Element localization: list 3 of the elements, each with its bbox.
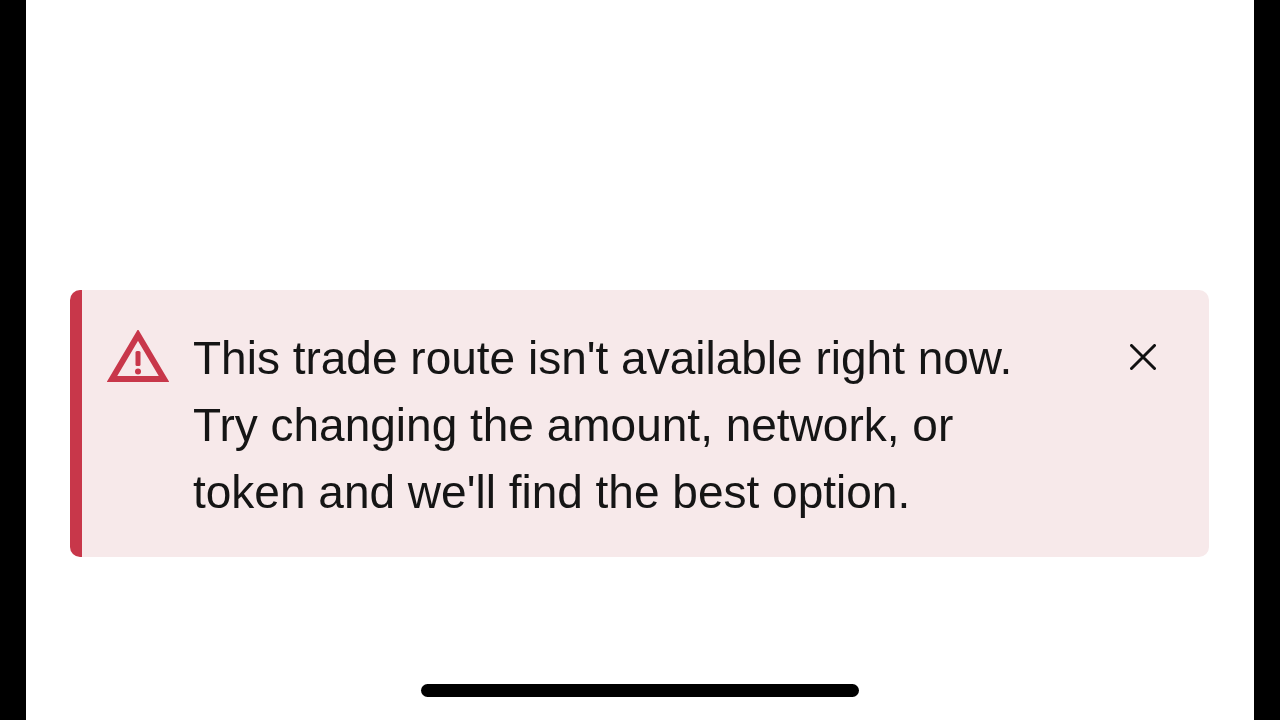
close-icon xyxy=(1130,344,1156,370)
alert-message: This trade route isn't available right now. Try changing the amount, network, or token and we'll find the best option. xyxy=(193,331,1014,520)
warning-icon xyxy=(107,330,169,383)
